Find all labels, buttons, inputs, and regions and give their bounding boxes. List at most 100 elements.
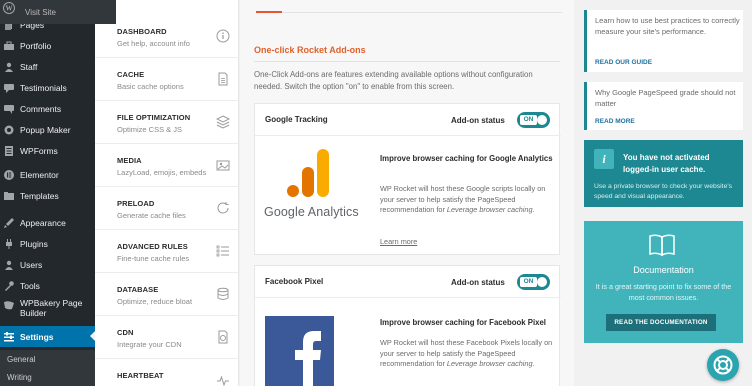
sidebar-item-label: Templates xyxy=(20,190,59,201)
addon-name: Facebook Pixel xyxy=(265,277,324,286)
desc-end: . xyxy=(532,359,535,368)
sidebar-item-label: Staff xyxy=(20,61,38,72)
nav-title: HEARTBEAT xyxy=(117,371,164,380)
rocket-nav-dashboard[interactable]: DASHBOARD Get help, account info xyxy=(95,15,239,58)
sidebar-item-label: Popup Maker xyxy=(20,124,71,135)
facebook-pixel-toggle[interactable]: ON xyxy=(517,274,550,290)
addon-card-facebook-pixel: Facebook Pixel Add-on status ON Improve … xyxy=(254,265,561,386)
sidebar-item-portfolio[interactable]: Portfolio xyxy=(0,35,95,56)
rocket-nav-file-optimization[interactable]: FILE OPTIMIZATION Optimize CSS & JS xyxy=(95,101,239,144)
notice-text: Use a private browser to check your webs… xyxy=(594,183,733,200)
nav-subtitle: Fine-tune cache rules xyxy=(117,254,190,263)
sidebar-item-label: Settings xyxy=(20,331,54,342)
read-documentation-button[interactable]: READ THE DOCUMENTATION xyxy=(606,314,716,331)
comments-icon xyxy=(4,104,14,114)
sidebar-item-popup-maker[interactable]: Popup Maker xyxy=(0,119,95,140)
sidebar-item-settings[interactable]: Settings xyxy=(0,326,95,347)
rocket-nav-heartbeat[interactable]: HEARTBEAT xyxy=(95,359,239,386)
sidebar-item-wpforms[interactable]: WPForms xyxy=(0,140,95,161)
addon-description: WP Rocket will host these Facebook Pixel… xyxy=(380,338,555,370)
sidebar-item-users[interactable]: Users xyxy=(0,254,95,275)
visit-site-flyout: W Visit Site xyxy=(0,0,116,24)
nav-title: DATABASE xyxy=(117,285,159,294)
learn-more-link[interactable]: Learn more xyxy=(380,237,417,246)
addon-header: Google Tracking Add-on status ON xyxy=(255,104,561,136)
appearance-icon xyxy=(4,217,14,228)
rocket-nav-database[interactable]: DATABASE Optimize, reduce bloat xyxy=(95,273,239,316)
sidebar-item-label: WPBakery Page Builder xyxy=(20,298,83,318)
documentation-card: Documentation It is a great starting poi… xyxy=(584,221,743,343)
rocket-nav-cdn[interactable]: CDN Integrate your CDN xyxy=(95,316,239,359)
divider xyxy=(254,61,560,62)
settings-icon xyxy=(4,331,14,342)
desc-emphasis: Leverage browser caching xyxy=(446,359,533,368)
addon-status-label: Add-on status xyxy=(451,278,505,287)
read-our-guide-link[interactable]: READ OUR GUIDE xyxy=(595,59,652,66)
addon-description: WP Rocket will host these Google scripts… xyxy=(380,184,555,216)
sidebar-subitem-general[interactable]: General xyxy=(0,350,95,368)
addon-heading: Improve browser caching for Facebook Pix… xyxy=(380,318,546,327)
nav-subtitle: Optimize CSS & JS xyxy=(117,125,183,134)
sidebar-item-appearance[interactable]: Appearance xyxy=(0,212,95,233)
nav-title: CDN xyxy=(117,328,134,337)
addon-heading: Improve browser caching for Google Analy… xyxy=(380,154,553,163)
addon-name: Google Tracking xyxy=(265,115,328,124)
rocket-nav-preload[interactable]: PRELOAD Generate cache files xyxy=(95,187,239,230)
visit-site-link[interactable]: Visit Site xyxy=(25,8,56,17)
sidebar-item-plugins[interactable]: Plugins xyxy=(0,233,95,254)
nav-subtitle: Get help, account info xyxy=(117,39,190,48)
read-more-link[interactable]: READ MORE xyxy=(595,118,635,125)
sidebar-item-elementor[interactable]: Elementor xyxy=(0,164,95,185)
google-tracking-toggle[interactable]: ON xyxy=(517,112,550,128)
nav-subtitle: Generate cache files xyxy=(117,211,186,220)
sidebar-item-label: Portfolio xyxy=(20,40,52,51)
section-description: One-Click Add-ons are features extending… xyxy=(254,70,533,91)
templates-icon xyxy=(4,191,14,201)
google-analytics-logo xyxy=(287,149,329,197)
nav-title: PRELOAD xyxy=(117,199,155,208)
sidebar-item-templates[interactable]: Templates xyxy=(0,185,95,206)
nav-title: ADVANCED RULES xyxy=(117,242,188,251)
elementor-icon xyxy=(4,169,14,180)
google-analytics-wordmark: Google Analytics xyxy=(264,205,359,219)
divider xyxy=(282,12,562,13)
cache-page-icon xyxy=(216,72,230,86)
addon-card-google-tracking: Google Tracking Add-on status ON Google … xyxy=(254,103,561,255)
nav-subtitle: LazyLoad, emojis, embeds xyxy=(117,168,207,177)
tip-text: Learn how to use best practices to corre… xyxy=(595,16,740,36)
sidebar-item-label: Tools xyxy=(20,280,40,291)
cdn-icon xyxy=(216,330,230,344)
desc-end: . xyxy=(532,205,535,214)
nav-title: CACHE xyxy=(117,70,145,79)
sidebar-item-label: Appearance xyxy=(20,217,66,228)
desc-emphasis: Leverage browser caching xyxy=(446,205,533,214)
tools-icon xyxy=(4,280,14,291)
book-icon xyxy=(649,234,675,257)
sidebar-subitem-writing[interactable]: Writing xyxy=(0,368,95,386)
sidebar-item-testimonials[interactable]: Testimonials xyxy=(0,77,95,98)
nav-subtitle: Optimize, reduce bloat xyxy=(117,297,193,306)
addon-status-label: Add-on status xyxy=(451,116,505,125)
rocket-nav-media[interactable]: MEDIA LazyLoad, emojis, embeds xyxy=(95,144,239,187)
sidebar-item-staff[interactable]: Staff xyxy=(0,56,95,77)
list-icon xyxy=(216,244,230,258)
rocket-nav-advanced-rules[interactable]: ADVANCED RULES Fine-tune cache rules xyxy=(95,230,239,273)
refresh-icon xyxy=(216,201,230,215)
facebook-logo xyxy=(265,316,334,386)
rocket-nav-cache[interactable]: CACHE Basic cache options xyxy=(95,58,239,101)
tip-card-pagespeed: Why Google PageSpeed grade should not ma… xyxy=(584,82,743,130)
info-icon xyxy=(216,29,230,43)
testimonials-icon xyxy=(4,83,14,93)
sidebar-item-label: Users xyxy=(20,259,43,270)
nav-title: MEDIA xyxy=(117,156,142,165)
nav-title: DASHBOARD xyxy=(117,27,167,36)
tip-card-measure: Learn how to use best practices to corre… xyxy=(584,10,743,72)
users-icon xyxy=(4,260,14,270)
sidebar-item-label: Elementor xyxy=(20,169,59,180)
nav-subtitle: Integrate your CDN xyxy=(117,340,182,349)
help-beacon-button[interactable] xyxy=(707,349,739,381)
sidebar-item-wpbakery[interactable]: WPBakery Page Builder xyxy=(0,298,95,324)
sidebar-item-comments[interactable]: Comments xyxy=(0,98,95,119)
sidebar-item-tools[interactable]: Tools xyxy=(0,275,95,296)
info-icon: i xyxy=(594,149,614,169)
